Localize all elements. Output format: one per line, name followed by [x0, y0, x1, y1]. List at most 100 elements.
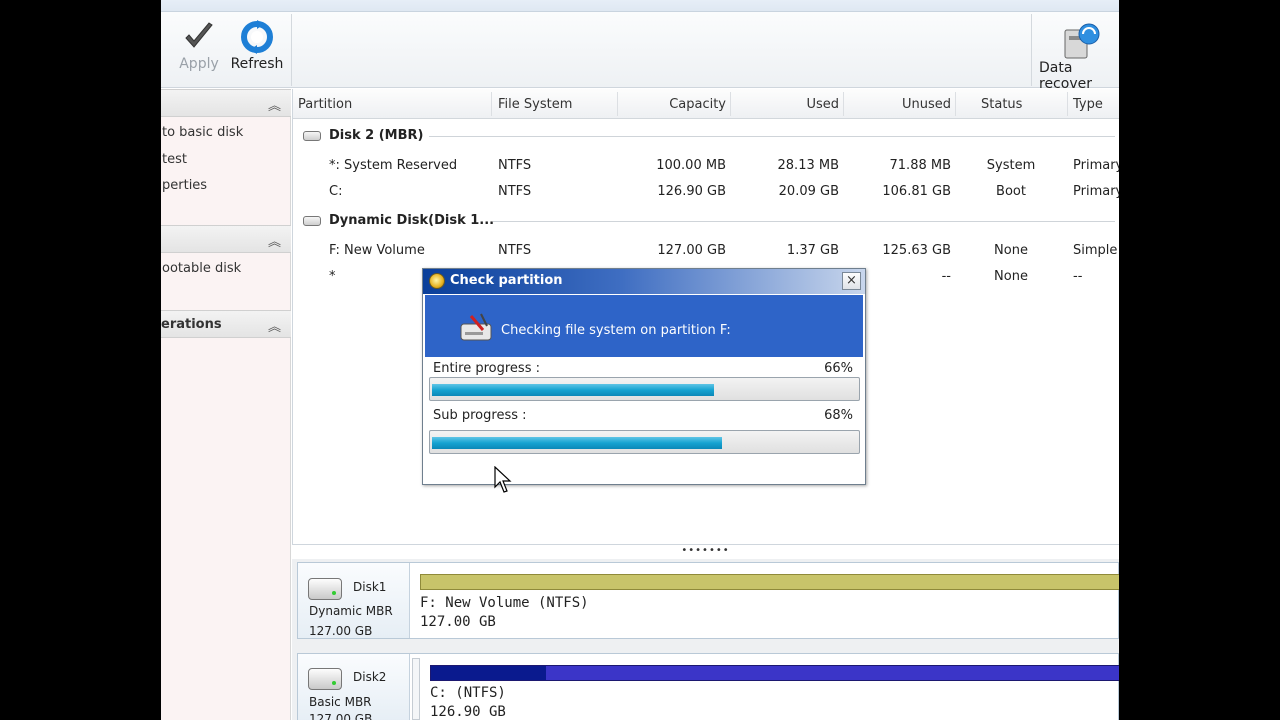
col-status[interactable]: Status — [981, 97, 1022, 112]
partition-label: F: New Volume (NTFS) — [420, 595, 589, 611]
partition-usage-bar — [420, 574, 1119, 590]
action-make-bootable[interactable]: ootable disk — [162, 261, 241, 276]
disk-icon — [303, 131, 321, 141]
entire-progress-fill — [432, 384, 714, 396]
disk-size: 127.00 GB — [309, 624, 373, 638]
cell-capacity: 126.90 GB — [657, 184, 726, 199]
check-partition-dialog: Check partition × Checking file system o… — [422, 268, 866, 485]
toolbar: Apply Refresh Data recover — [161, 12, 1119, 92]
check-disk-icon — [460, 313, 492, 341]
disk-icon — [303, 216, 321, 226]
cell-status: None — [994, 269, 1028, 284]
col-file-system[interactable]: File System — [498, 97, 572, 112]
mouse-cursor-icon — [494, 466, 512, 493]
sub-progress-bar — [429, 430, 860, 454]
cell-type: Simple — [1073, 243, 1118, 258]
left-action-panel: ︽ to basic disk test perties ︽ ootable d… — [161, 89, 291, 720]
col-used[interactable]: Used — [736, 97, 839, 112]
pane-splitter[interactable]: ••••••• — [292, 545, 1119, 559]
partition-size: 127.00 GB — [420, 614, 496, 630]
disk-size: 127.00 GB — [309, 712, 373, 720]
disk-info: Disk2 Basic MBR 127.00 GB — [298, 654, 410, 720]
collapse-chevron-icon[interactable]: ︽ — [268, 95, 281, 114]
disk-kind: Dynamic MBR — [309, 604, 393, 618]
cell-used: 20.09 GB — [778, 184, 839, 199]
apply-button[interactable]: Apply — [177, 20, 221, 72]
action-properties[interactable]: perties — [162, 178, 207, 193]
col-type[interactable]: Type — [1073, 97, 1103, 112]
panel-section-header[interactable]: ︽ — [161, 89, 291, 117]
sub-progress-percent: 68% — [824, 408, 853, 423]
cell-used: 1.37 GB — [786, 243, 839, 258]
entire-progress-percent: 66% — [824, 361, 853, 376]
cell-partition: *: System Reserved — [329, 158, 458, 173]
cell-partition: C: — [329, 184, 343, 199]
data-recovery-label: Data recover — [1039, 60, 1092, 92]
sub-progress-label: Sub progress : — [433, 408, 527, 423]
cell-type: -- — [1073, 269, 1083, 284]
disk-group-header[interactable]: Dynamic Disk(Disk 1... — [329, 213, 494, 228]
dialog-banner: Checking file system on partition F: — [425, 295, 863, 357]
apply-label: Apply — [179, 56, 219, 72]
disk-info: Disk1 Dynamic MBR 127.00 GB — [298, 563, 410, 638]
disk-name: Disk1 — [353, 580, 387, 594]
cell-type: Primary — [1073, 184, 1119, 199]
disk-kind: Basic MBR — [309, 695, 372, 709]
cell-unused: 125.63 GB — [882, 243, 951, 258]
partition-label: C: (NTFS) — [430, 685, 506, 701]
cell-status: System — [986, 158, 1036, 173]
refresh-label: Refresh — [230, 56, 284, 72]
disk-map: Disk1 Dynamic MBR 127.00 GB F: New Volum… — [292, 559, 1119, 720]
action-convert-to-basic[interactable]: to basic disk — [162, 125, 243, 140]
partition-used-fill — [431, 666, 546, 680]
refresh-icon — [241, 20, 273, 54]
disk-group-header[interactable]: Disk 2 (MBR) — [329, 128, 423, 143]
checkmark-icon — [185, 22, 213, 48]
col-capacity[interactable]: Capacity — [623, 97, 726, 112]
hard-drive-icon — [308, 578, 342, 600]
action-surface-test[interactable]: test — [162, 152, 187, 167]
system-reserved-block[interactable] — [412, 658, 420, 720]
column-header-row: Partition File System Capacity Used Unus… — [293, 89, 1119, 119]
cell-type: Primary — [1073, 158, 1119, 173]
panel-section-header[interactable]: ︽ — [161, 225, 291, 253]
cell-status: Boot — [996, 184, 1026, 199]
dialog-title: Check partition — [450, 273, 563, 288]
cell-fs: NTFS — [498, 243, 532, 258]
app-icon — [429, 273, 445, 289]
dialog-title-bar[interactable]: Check partition × — [423, 269, 865, 294]
cell-fs: NTFS — [498, 158, 532, 173]
refresh-button[interactable]: Refresh — [229, 20, 285, 72]
cell-used: 28.13 MB — [777, 158, 839, 173]
cell-unused: 106.81 GB — [882, 184, 951, 199]
cell-capacity: 127.00 GB — [657, 243, 726, 258]
close-button[interactable]: × — [842, 272, 861, 290]
col-partition[interactable]: Partition — [298, 97, 352, 112]
cell-fs: NTFS — [498, 184, 532, 199]
dialog-message: Checking file system on partition F: — [501, 323, 731, 338]
collapse-chevron-icon[interactable]: ︽ — [268, 231, 281, 250]
cell-partition: F: New Volume — [329, 243, 425, 258]
sub-progress-fill — [432, 437, 722, 449]
disk-row-disk2[interactable]: Disk2 Basic MBR 127.00 GB C: (NTFS) 126.… — [297, 653, 1119, 720]
disk-row-disk1[interactable]: Disk1 Dynamic MBR 127.00 GB F: New Volum… — [297, 562, 1119, 639]
toolbar-separator — [1031, 14, 1032, 86]
cell-partition: * — [329, 269, 336, 284]
panel-section-header[interactable]: erations ︽ — [161, 310, 291, 338]
cell-unused: 71.88 MB — [889, 158, 951, 173]
partition-usage-bar — [430, 665, 1119, 681]
section-title: erations — [161, 317, 222, 332]
hard-drive-icon — [308, 668, 342, 690]
data-recovery-icon — [1064, 23, 1100, 59]
data-recovery-button[interactable]: Data recover — [1039, 20, 1119, 92]
col-unused[interactable]: Unused — [849, 97, 951, 112]
collapse-chevron-icon[interactable]: ︽ — [268, 316, 281, 335]
cell-capacity: 100.00 MB — [656, 158, 726, 173]
partition-size: 126.90 GB — [430, 704, 506, 720]
entire-progress-bar — [429, 377, 860, 401]
toolbar-separator — [291, 14, 292, 86]
cell-status: None — [994, 243, 1028, 258]
entire-progress-label: Entire progress : — [433, 361, 540, 376]
menu-strip — [161, 0, 1119, 12]
disk-name: Disk2 — [353, 670, 387, 684]
